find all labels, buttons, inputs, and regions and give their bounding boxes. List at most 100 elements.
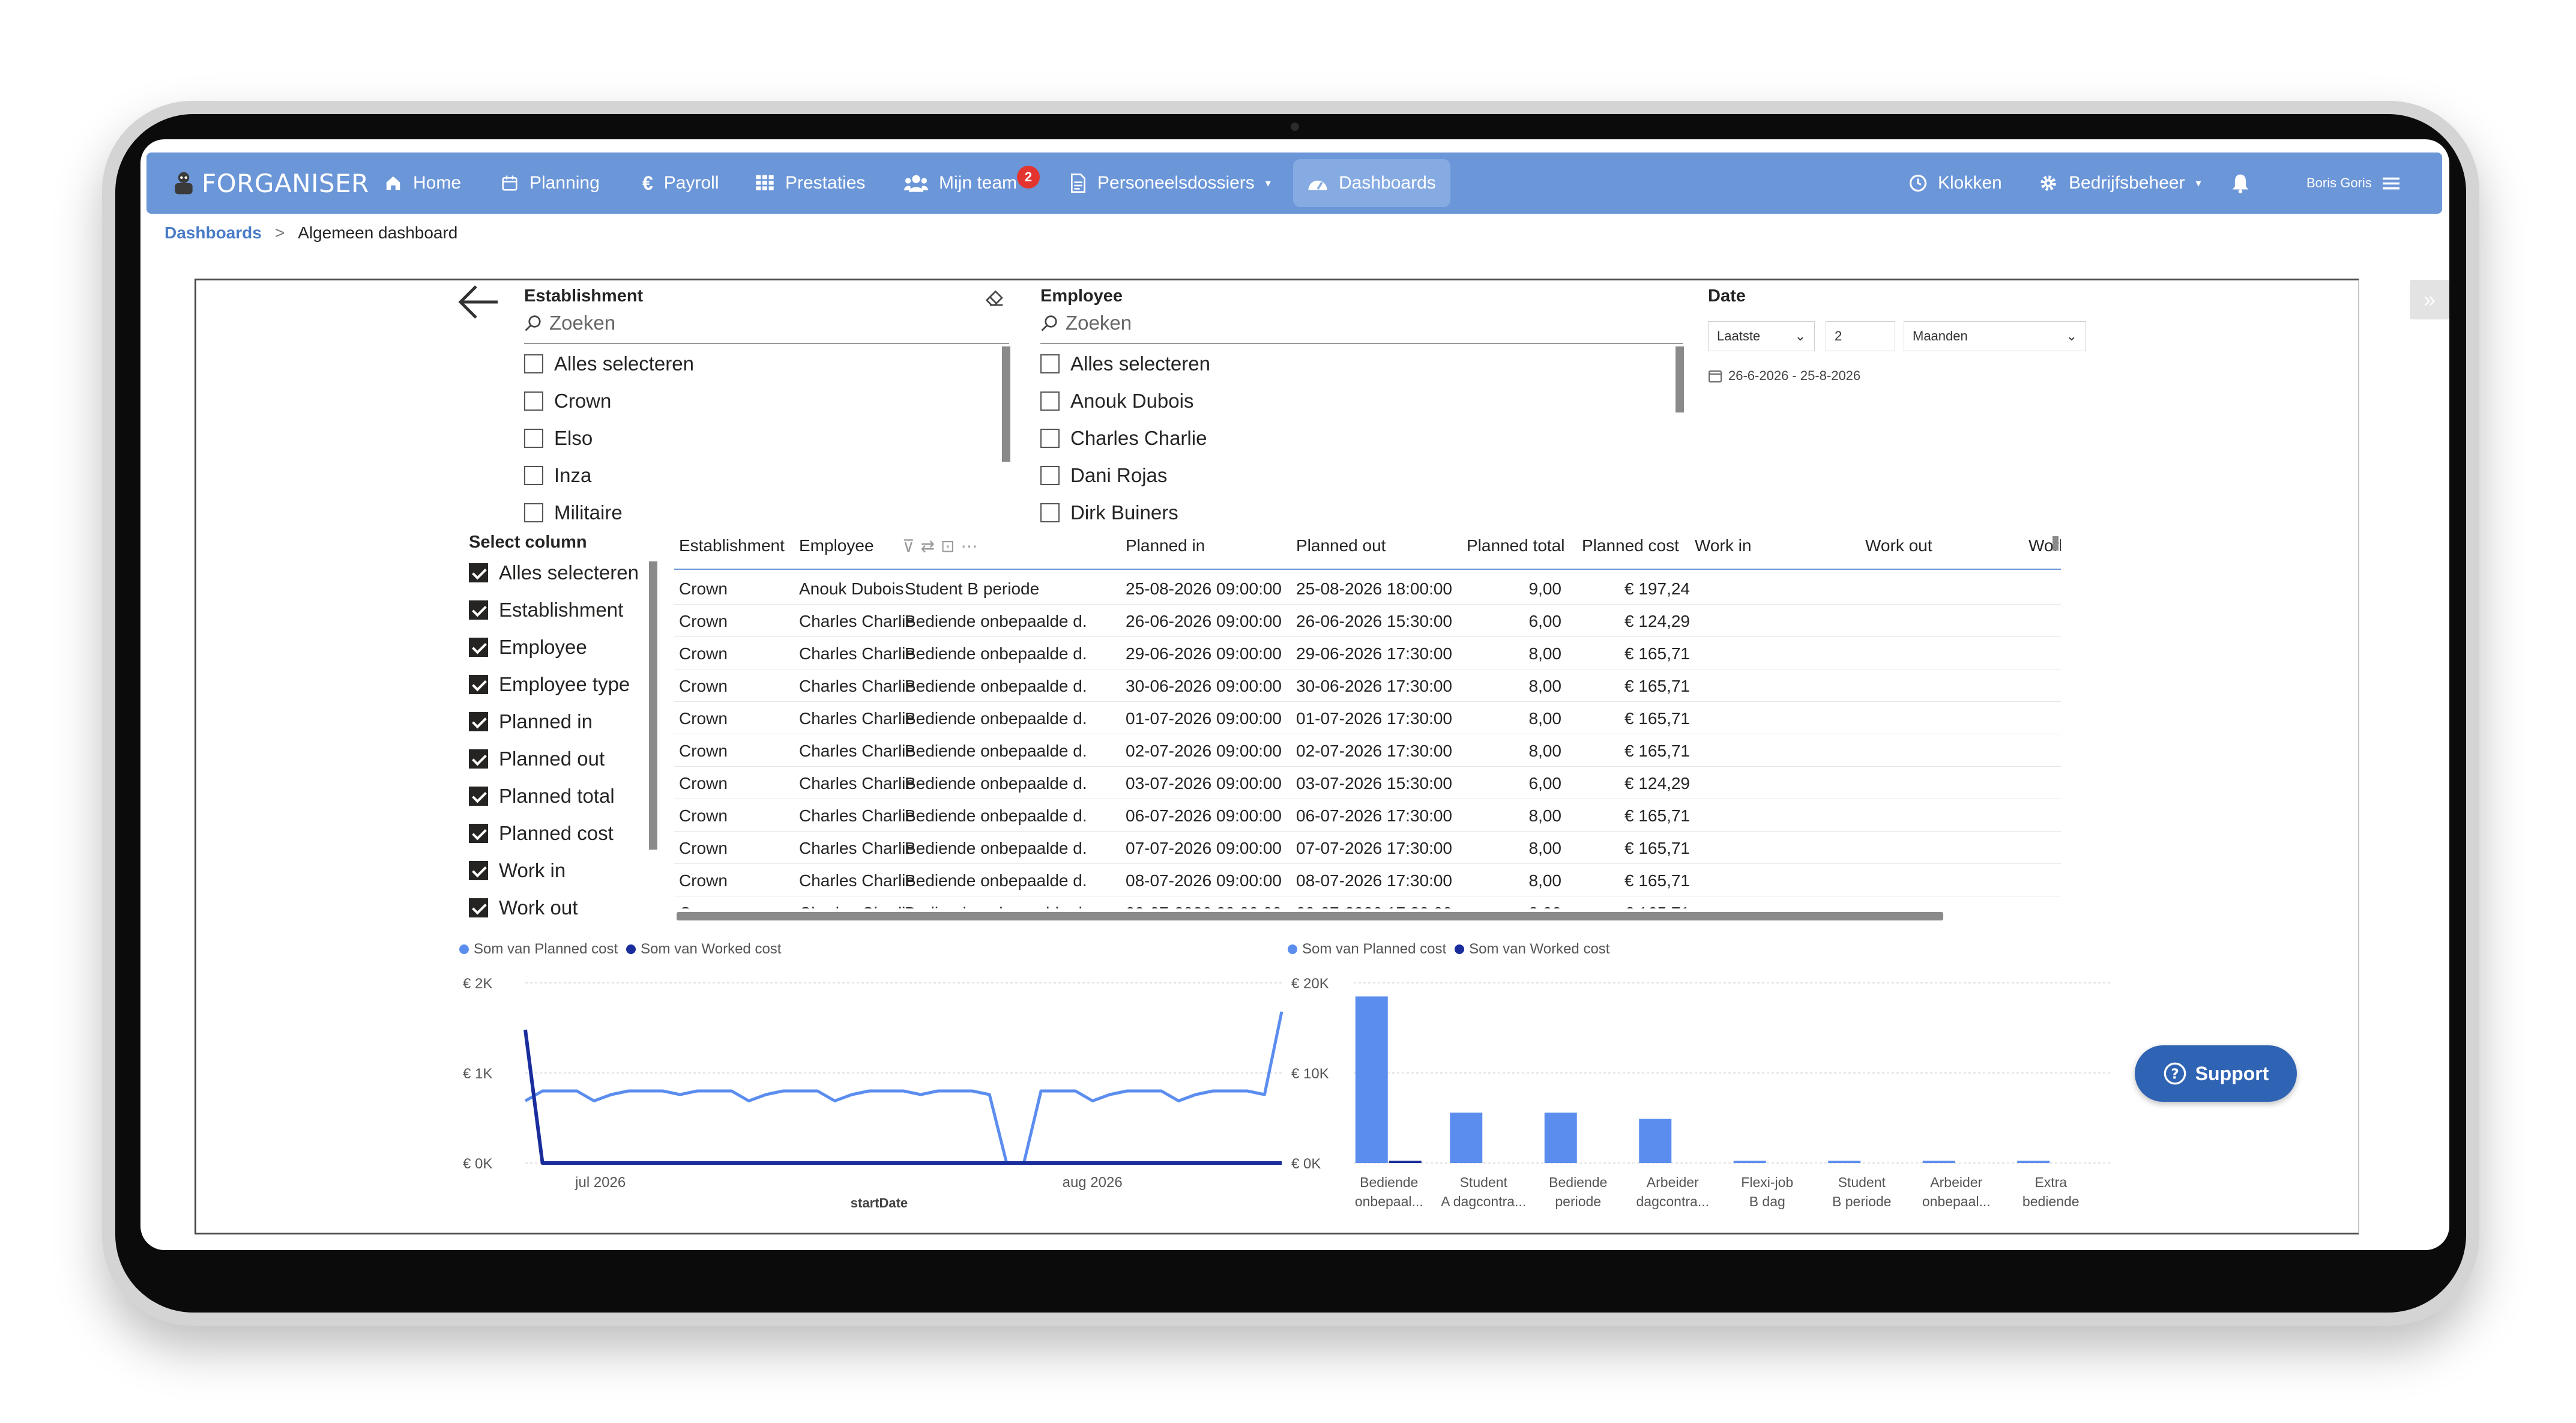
table-cell: Crown [679,904,728,908]
employee-option[interactable]: Anouk Dubois [1040,390,1193,412]
employee-option[interactable]: Dirk Buiners [1040,501,1178,524]
checkbox[interactable] [524,429,543,448]
column-header[interactable]: Planned out [1296,536,1386,555]
column-header[interactable]: Planned in [1126,536,1205,555]
table-cell: 06-07-2026 17:30:00 [1296,806,1452,825]
establishment-option[interactable]: Alles selecteren [524,352,694,375]
column-header[interactable]: Planned cost [1582,536,1679,555]
column-option[interactable]: Employee type [469,673,630,696]
checkbox-checked[interactable] [469,861,488,880]
employee-scrollbar[interactable] [1676,346,1684,412]
establishment-option[interactable]: Inza [524,464,591,487]
table-row[interactable]: Crown Charles CharlieBediende onbepaalde … [674,799,2061,832]
checkbox[interactable] [524,354,543,373]
checkbox[interactable] [1040,391,1060,411]
nav-payroll[interactable]: € Payroll [642,153,719,214]
establishment-search-input[interactable]: Zoeken [524,312,615,334]
table-row[interactable]: Crown Charles CharlieBediende onbepaalde … [674,767,2061,799]
table-row[interactable]: Crown Charles CharlieBediende onbepaalde … [674,702,2061,734]
select-column-scrollbar[interactable] [649,561,657,850]
breadcrumb-dashboards-link[interactable]: Dashboards [164,223,262,242]
user-menu[interactable]: Boris Goris [2306,153,2400,214]
checkbox-checked[interactable] [469,712,488,731]
column-option[interactable]: Planned out [469,748,605,770]
checkbox[interactable] [524,466,543,485]
table-row[interactable]: Crown Charles CharlieBediende onbepaalde … [674,864,2061,896]
date-unit-select[interactable]: Maanden ⌄ [1904,321,2086,351]
establishment-option[interactable]: Crown [524,390,611,412]
nav-planning[interactable]: Planning [501,153,600,214]
nav-klokken[interactable]: Klokken [1909,153,2002,214]
checkbox-checked[interactable] [469,600,488,620]
back-arrow-icon[interactable] [456,284,501,320]
column-option[interactable]: Employee [469,636,587,659]
table-row[interactable]: Crown Charles CharlieBediende onbepaalde … [674,669,2061,702]
table-cell: 08-07-2026 09:00:00 [1126,871,1282,890]
date-count-input[interactable]: 2 [1826,321,1895,351]
checkbox-checked[interactable] [469,787,488,806]
employee-option[interactable]: Dani Rojas [1040,464,1167,487]
checkbox-checked[interactable] [469,898,488,917]
checkbox-checked[interactable] [469,749,488,769]
employee-option[interactable]: Charles Charlie [1040,427,1207,450]
checkbox[interactable] [524,391,543,411]
checkbox-checked[interactable] [469,675,488,694]
table-cell: Charles Charlie [799,709,915,728]
checkbox[interactable] [1040,503,1060,522]
nav-dashboards[interactable]: Dashboards [1293,159,1450,207]
table-row[interactable]: Crown Charles CharlieBediende onbepaalde … [674,832,2061,864]
column-header[interactable]: Employee [799,536,874,555]
column-option[interactable]: Work in [469,859,566,882]
table-row[interactable]: Crown Charles CharlieBediende onbepaalde … [674,605,2061,637]
table-row[interactable]: Crown Charles CharlieBediende onbepaalde … [674,734,2061,767]
nav-home[interactable]: Home [384,153,461,214]
drill-icon[interactable]: ⇄ [921,536,935,556]
checkbox-checked[interactable] [469,824,488,843]
chevron-down-icon: ⌄ [2066,328,2077,343]
nav-bedrijfsbeheer[interactable]: Bedrijfsbeheer ▾ [2039,153,2201,214]
table-vertical-scrollbar[interactable] [2053,536,2059,551]
column-option[interactable]: Establishment [469,599,623,621]
checkbox[interactable] [524,503,543,522]
checkbox[interactable] [1040,429,1060,448]
support-button[interactable]: ? Support [2135,1045,2297,1102]
column-header[interactable]: Planned total [1467,536,1564,555]
home-icon [386,176,400,190]
chevron-down-icon: ▾ [2195,177,2201,189]
table-horizontal-scrollbar[interactable] [677,912,1943,920]
checkbox-checked[interactable] [469,638,488,657]
column-option[interactable]: Alles selecteren [469,561,639,584]
column-header[interactable]: Establishment [679,536,785,555]
employee-option[interactable]: Alles selecteren [1040,352,1210,375]
column-option[interactable]: Work out [469,896,578,919]
table-row[interactable]: Crown Charles CharlieBediende onbepaalde … [674,896,2061,908]
establishment-scrollbar[interactable] [1002,346,1010,462]
checkbox[interactable] [1040,354,1060,373]
column-header[interactable]: Work out [1865,536,1932,555]
column-option-label: Planned out [499,748,605,770]
nav-prestaties[interactable]: Prestaties [755,153,865,214]
column-header[interactable]: Work in [1695,536,1751,555]
expand-filters-button[interactable]: » [2410,280,2449,319]
establishment-option[interactable]: Elso [524,427,593,450]
nav-personeelsdossiers[interactable]: Personeelsdossiers ▾ [1070,153,1271,214]
more-options-icon[interactable]: ⋯ [961,536,977,556]
table-row[interactable]: Crown Charles CharlieBediende onbepaalde … [674,637,2061,669]
eraser-icon[interactable] [985,289,1004,307]
filter-icon[interactable]: ⊽ [902,536,915,556]
table-row[interactable]: Crown Anouk Dubois Student B periode 25-08-… [674,572,2061,605]
date-mode-select[interactable]: Laatste ⌄ [1708,321,1815,351]
nav-mijn-team[interactable]: Mijn team [904,153,1017,214]
column-option[interactable]: Planned cost [469,822,614,845]
establishment-option[interactable]: Militaire [524,501,623,524]
table-cell: 30-06-2026 17:30:00 [1296,677,1452,695]
employee-search-input[interactable]: Zoeken [1040,312,1132,334]
checkbox-checked[interactable] [469,563,488,582]
forganiser-logo[interactable]: FORGANISER [170,153,369,214]
column-option[interactable]: Planned total [469,785,615,808]
column-option[interactable]: Planned in [469,710,593,733]
focus-mode-icon[interactable]: ⊡ [941,536,955,556]
notifications-bell[interactable] [2231,153,2250,214]
checkbox[interactable] [1040,466,1060,485]
x-tick-line: B periode [1832,1194,1891,1209]
